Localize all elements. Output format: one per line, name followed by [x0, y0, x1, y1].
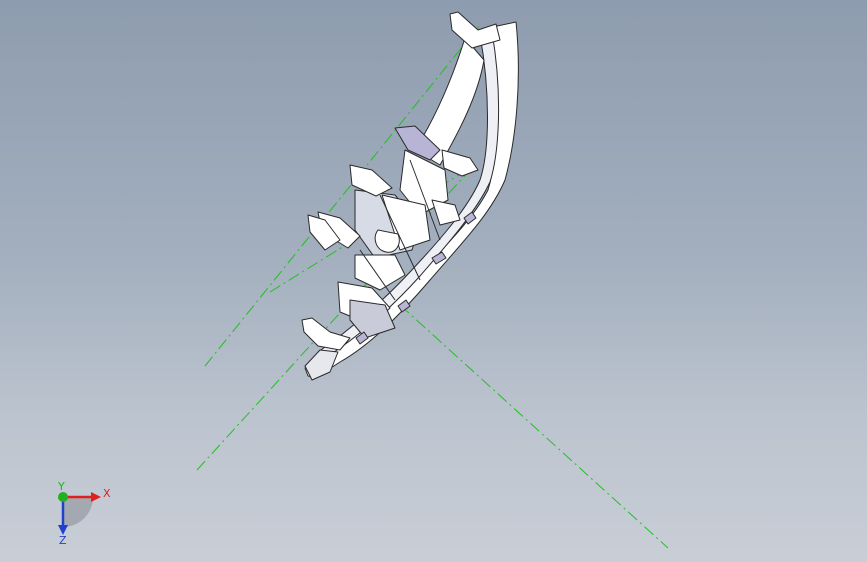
- graphics-viewport[interactable]: X Y Z: [0, 0, 867, 562]
- z-axis-label: Z: [59, 534, 67, 547]
- fin-tab-top: [449, 11, 501, 49]
- x-arrow-head: [91, 492, 101, 502]
- y-axis-label: Y: [57, 480, 65, 493]
- model-scene[interactable]: [0, 0, 867, 562]
- triad-graphic: X Y Z: [57, 480, 111, 547]
- centerlines: [196, 24, 669, 549]
- reference-triad: X Y Z: [44, 480, 124, 550]
- tab-upper-2: [431, 199, 461, 226]
- tab-right: [441, 149, 479, 177]
- triad-shadow: [63, 497, 93, 527]
- centerline-4: [399, 304, 669, 549]
- x-axis-label: X: [103, 487, 111, 500]
- tip: [304, 349, 339, 381]
- centerline-2: [196, 169, 471, 471]
- y-axis-dot: [58, 492, 68, 502]
